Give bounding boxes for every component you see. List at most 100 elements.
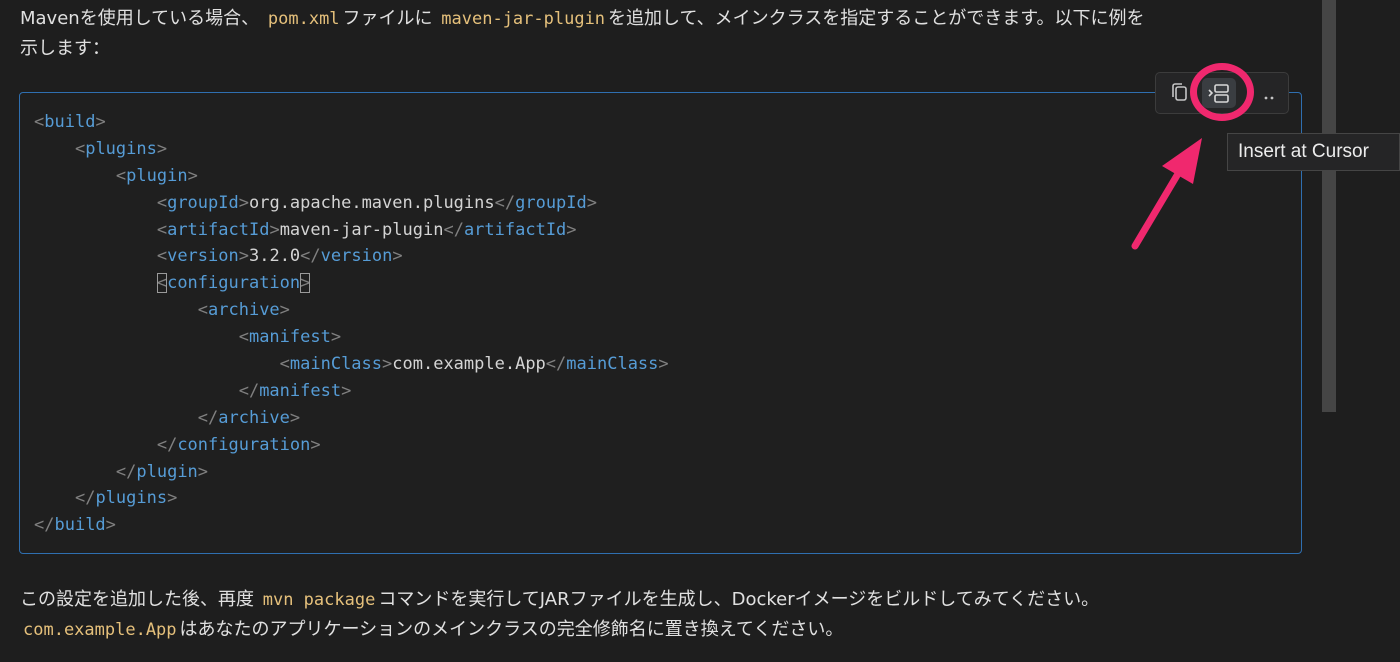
tag-bracket: < bbox=[34, 112, 45, 132]
tag-bracket: > bbox=[586, 192, 598, 213]
tag-name: manifest bbox=[248, 327, 331, 348]
tag-bracket: > bbox=[392, 246, 403, 267]
intro-line-1: Mavenを使用している場合、 pom.xml ファイルに maven-jar-p… bbox=[20, 8, 1145, 29]
tag-bracket: < bbox=[156, 192, 168, 213]
tag-name: mainClass bbox=[566, 354, 659, 375]
insert-at-cursor-button[interactable] bbox=[1202, 78, 1236, 108]
outro-line-1: この設定を追加した後、再度 mvn package コマンドを実行してJARファイ… bbox=[20, 589, 1100, 610]
tag-bracket: </ bbox=[197, 407, 219, 428]
code-line: <version>3.2.0</version> bbox=[34, 243, 669, 270]
inline-code-maven-jar-plugin: maven-jar-plugin bbox=[441, 9, 606, 29]
tag-bracket: > bbox=[566, 219, 577, 240]
tag-bracket: </ bbox=[238, 380, 260, 401]
code-line: <groupId>org.apache.maven.plugins</group… bbox=[34, 190, 669, 217]
tag-bracket: > bbox=[167, 488, 178, 509]
tag-bracket: </ bbox=[156, 434, 178, 455]
inline-code-mvn-package: mvn package bbox=[262, 590, 376, 610]
tag-name: artifactId bbox=[463, 219, 567, 240]
scrollbar-thumb[interactable] bbox=[1322, 0, 1336, 412]
tag-bracket: < bbox=[156, 246, 168, 267]
tag-bracket: > bbox=[95, 112, 106, 132]
inline-code-main-class: com.example.App bbox=[23, 620, 177, 640]
tag-bracket: < bbox=[238, 327, 249, 348]
code-line: <artifactId>maven-jar-plugin</artifactId… bbox=[34, 217, 669, 244]
code-line: <plugins> bbox=[34, 136, 669, 163]
intro-line-2: 示します： bbox=[20, 38, 110, 59]
code-line: <build> bbox=[34, 109, 669, 136]
code-line: <plugin> bbox=[34, 163, 669, 190]
intro-paragraph: Mavenを使用している場合、 pom.xml ファイルに maven-jar-p… bbox=[20, 4, 1310, 64]
code-line: </build> bbox=[34, 512, 669, 539]
ellipsis-icon bbox=[1264, 96, 1274, 100]
tag-bracket: > bbox=[330, 327, 342, 348]
code-line: <configuration> bbox=[34, 270, 669, 297]
code-line: </archive> bbox=[34, 405, 669, 432]
code-block-toolbar bbox=[1155, 72, 1289, 114]
tag-name: version bbox=[167, 246, 239, 267]
tag-text: 3.2.0 bbox=[248, 246, 301, 267]
tag-bracket: </ bbox=[494, 192, 516, 213]
tag-bracket: > bbox=[341, 380, 352, 401]
tag-name: plugin bbox=[126, 165, 188, 186]
tag-name: archive bbox=[218, 407, 290, 428]
tag-bracket: </ bbox=[545, 354, 567, 375]
more-actions-button[interactable] bbox=[1252, 78, 1286, 108]
tag-bracket: < bbox=[74, 138, 86, 159]
tag-bracket: < bbox=[197, 300, 209, 321]
tag-name: plugins bbox=[85, 138, 157, 159]
tag-name: configuration bbox=[177, 434, 311, 455]
insert-at-cursor-tooltip: Insert at Cursor bbox=[1227, 133, 1400, 171]
tag-bracket: > bbox=[382, 354, 393, 375]
tag-bracket: </ bbox=[115, 461, 137, 482]
code-line: <mainClass>com.example.App</mainClass> bbox=[34, 351, 669, 378]
inline-code-pom-xml: pom.xml bbox=[267, 9, 340, 29]
tag-bracket: > bbox=[279, 300, 290, 321]
code-line: </configuration> bbox=[34, 432, 669, 459]
copy-button[interactable] bbox=[1162, 78, 1196, 108]
outro-paragraph: この設定を追加した後、再度 mvn package コマンドを実行してJARファイ… bbox=[20, 585, 1310, 645]
tag-bracket: </ bbox=[74, 488, 96, 509]
code-line: </manifest> bbox=[34, 378, 669, 405]
tag-text: com.example.App bbox=[392, 354, 546, 375]
tag-bracket: > bbox=[156, 138, 168, 159]
tag-bracket: </ bbox=[300, 246, 321, 267]
tag-name: version bbox=[320, 246, 393, 267]
tag-bracket: > bbox=[187, 165, 198, 186]
tag-bracket: </ bbox=[443, 219, 464, 240]
tag-bracket: > bbox=[197, 461, 209, 482]
tag-name: archive bbox=[208, 300, 280, 321]
tag-bracket: < bbox=[279, 354, 290, 375]
tag-name: mainClass bbox=[289, 354, 383, 375]
code-content: <build> <plugins> <plugin> <groupId>org.… bbox=[34, 109, 669, 539]
code-line: </plugin> bbox=[34, 459, 669, 486]
tag-name: plugin bbox=[136, 461, 198, 482]
tag-name: manifest bbox=[259, 380, 342, 401]
code-block: <build> <plugins> <plugin> <groupId>org.… bbox=[19, 92, 1302, 554]
code-line: <manifest> bbox=[34, 324, 669, 351]
tag-bracket: > bbox=[238, 192, 249, 213]
code-line: </plugins> bbox=[34, 485, 669, 512]
insert-at-cursor-icon bbox=[1208, 84, 1229, 103]
tag-bracket: > bbox=[238, 246, 249, 267]
tag-bracket: < bbox=[156, 219, 168, 240]
tag-name: configuration bbox=[167, 273, 301, 294]
tag-text: org.apache.maven.plugins bbox=[248, 192, 495, 213]
tag-name: artifactId bbox=[167, 219, 270, 240]
copy-icon bbox=[1172, 83, 1187, 101]
tag-name: build bbox=[44, 112, 96, 132]
tag-bracket: > bbox=[105, 515, 116, 536]
tag-bracket: > bbox=[289, 407, 301, 428]
tag-bracket: < bbox=[115, 165, 127, 186]
tag-bracket: < bbox=[156, 273, 168, 294]
tag-name: groupId bbox=[167, 192, 239, 213]
tag-bracket: > bbox=[300, 273, 311, 294]
tag-text: maven-jar-plugin bbox=[279, 219, 444, 240]
code-line: <archive> bbox=[34, 297, 669, 324]
tag-name: build bbox=[54, 515, 106, 536]
tag-bracket: > bbox=[310, 434, 321, 455]
tag-name: groupId bbox=[515, 192, 587, 213]
tag-bracket: </ bbox=[34, 515, 55, 536]
outro-line-2: com.example.App はあなたのアプリケーションのメインクラスの完全修飾… bbox=[20, 615, 1310, 645]
tag-bracket: > bbox=[269, 219, 280, 240]
tag-name: plugins bbox=[95, 488, 168, 509]
